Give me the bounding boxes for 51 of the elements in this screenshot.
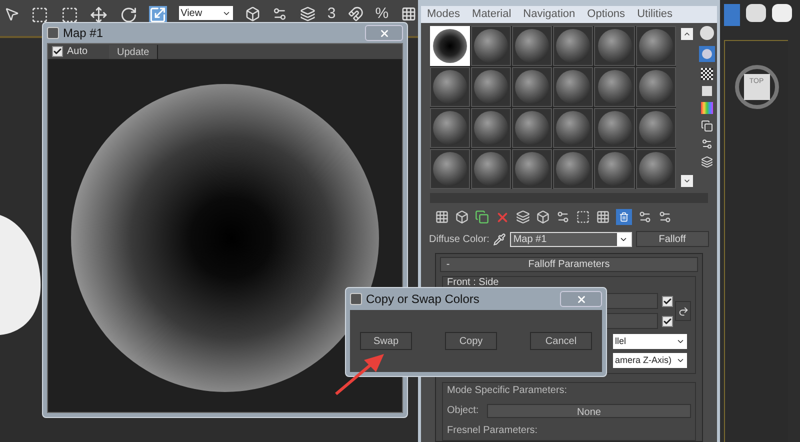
pointer-arrow — [334, 352, 386, 396]
window-select-icon[interactable] — [60, 6, 78, 24]
map-type-button[interactable]: Falloff — [636, 231, 709, 247]
scroll-up-button[interactable] — [680, 28, 693, 40]
group-label: Fresnel Parameters: — [447, 424, 539, 438]
checkbox[interactable] — [662, 296, 673, 306]
move-icon[interactable] — [90, 6, 108, 24]
select-icon[interactable] — [4, 6, 20, 22]
map-name-dropdown[interactable]: Map #1 — [510, 232, 632, 246]
region-select-icon[interactable] — [31, 6, 49, 24]
view-dropdown[interactable]: View — [178, 6, 233, 20]
video-color-icon[interactable] — [701, 102, 714, 114]
eyedropper-icon[interactable] — [493, 232, 506, 246]
group-label: Front : Side — [446, 277, 500, 289]
falloff-direction-dropdown[interactable]: amera Z-Axis) — [613, 353, 687, 368]
checkbox[interactable] — [52, 46, 63, 57]
group-label: Mode Specific Parameters: — [447, 384, 568, 398]
collapse-toggle[interactable]: - — [441, 257, 455, 272]
sample-type-icon[interactable] — [700, 26, 714, 40]
rotate-icon[interactable] — [120, 6, 138, 24]
app-icon — [350, 293, 362, 305]
percent-snap[interactable]: % — [375, 6, 389, 22]
checkbox[interactable] — [662, 316, 673, 326]
auto-label: Auto — [67, 45, 89, 59]
dialog-button[interactable]: Swap — [360, 332, 412, 350]
close-button[interactable] — [560, 291, 602, 307]
object-label: Object: — [447, 404, 480, 418]
dialog-button[interactable]: Copy — [445, 332, 497, 350]
menu-item[interactable]: Navigation — [523, 6, 576, 23]
object-pick-button[interactable]: None — [487, 404, 691, 418]
menu-item[interactable]: Utilities — [637, 6, 673, 23]
caret-icon — [676, 356, 685, 365]
close-icon — [378, 28, 390, 38]
diffuse-label: Diffuse Color: — [429, 232, 490, 246]
dialog-button[interactable]: Cancel — [530, 332, 592, 350]
menu-item[interactable]: Modes — [427, 6, 460, 23]
menu-item[interactable]: Material — [472, 6, 512, 23]
menu-item[interactable]: Options — [587, 6, 626, 23]
close-icon — [576, 294, 586, 304]
snap-toggle[interactable]: 3 — [327, 6, 336, 22]
falloff-type-dropdown[interactable]: llel — [613, 334, 687, 349]
window-title: Map #1 — [63, 25, 104, 42]
rollout-title: Falloff Parameters — [527, 258, 611, 272]
app-icon — [47, 27, 59, 39]
checker-background-icon[interactable] — [701, 68, 714, 80]
update-button[interactable]: Update — [109, 44, 158, 58]
backlight-icon[interactable] — [699, 46, 716, 62]
scroll-down-button[interactable] — [680, 175, 693, 188]
caret-icon — [676, 337, 685, 346]
dialog-title: Copy or Swap Colors — [366, 291, 480, 308]
rollout-header[interactable]: - Falloff Parameters — [440, 257, 698, 272]
